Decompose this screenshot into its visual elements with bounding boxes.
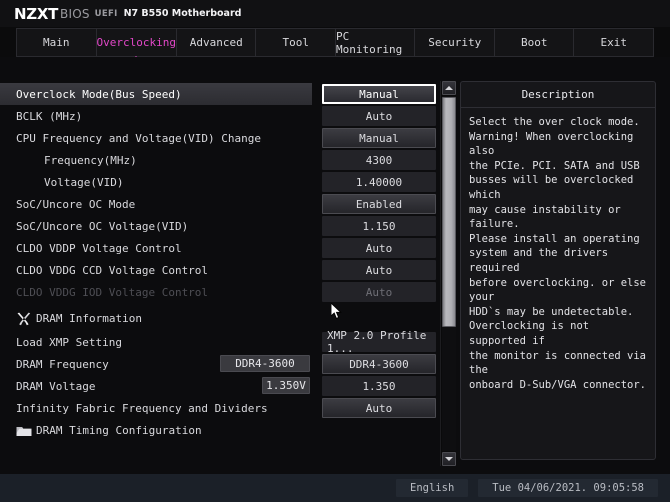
setting-value-box[interactable]: 1.150 (322, 216, 436, 236)
description-text: Select the over clock mode. Warning! Whe… (469, 116, 647, 391)
bios-screen: NZXT BIOS UEFI N7 B550 Motherboard Main O… (0, 0, 670, 502)
tab-advanced[interactable]: Advanced (176, 29, 257, 56)
datetime-indicator[interactable]: Tue 04/06/2021. 09:05:58 (478, 479, 658, 497)
scroll-down-arrow-icon (445, 457, 453, 461)
setting-label: DRAM Voltage (16, 379, 96, 393)
uefi-label: UEFI (94, 8, 118, 19)
setting-label: CPU Frequency and Voltage(VID) Change (16, 131, 262, 145)
setting-label: SoC/Uncore OC Mode (16, 197, 136, 211)
scroll-up-arrow-icon (445, 86, 453, 90)
description-panel: Description Select the over clock mode. … (460, 81, 656, 460)
setting-label: DRAM Timing Configuration (36, 423, 202, 437)
setting-value-box[interactable]: Auto (322, 106, 436, 126)
setting-inline-value: 1.350V (262, 377, 310, 394)
tools-icon (16, 311, 32, 326)
setting-label: BCLK (MHz) (16, 109, 83, 123)
settings-value-column: Manual Auto Manual 4300 1.40000 Enabled 1.150 A… (322, 81, 436, 466)
tab-exit[interactable]: Exit (574, 29, 654, 56)
scroll-up-button[interactable] (442, 81, 456, 95)
setting-value-box: Auto (322, 282, 436, 302)
folder-icon (16, 423, 32, 437)
setting-label: DRAM Information (36, 311, 142, 325)
tab-overclocking[interactable]: Overclocking (96, 29, 177, 60)
setting-inline-value: DDR4-3600 (220, 355, 310, 372)
tab-security[interactable]: Security (415, 29, 495, 56)
settings-scrollbar[interactable] (440, 81, 456, 466)
setting-value-box[interactable]: 4300 (322, 150, 436, 170)
setting-label: Overclock Mode(Bus Speed) (16, 87, 182, 101)
setting-label: DRAM Frequency (16, 357, 109, 371)
setting-value-box[interactable]: 1.40000 (322, 172, 436, 192)
setting-label: Load XMP Setting (16, 335, 122, 349)
app-header: NZXT BIOS UEFI N7 B550 Motherboard (0, 0, 670, 27)
setting-value-box[interactable]: Auto (322, 238, 436, 258)
scroll-down-button[interactable] (442, 452, 456, 466)
setting-label: CLDO VDDG CCD Voltage Control (16, 263, 209, 277)
motherboard-model: N7 B550 Motherboard (123, 8, 242, 19)
main-tabbar: Main Overclocking Advanced Tool PC Monitorin… (16, 28, 654, 60)
tab-pc-monitoring[interactable]: PC Monitoring (335, 29, 416, 56)
status-bar: English Tue 04/06/2021. 09:05:58 (0, 474, 670, 502)
setting-label: Infinity Fabric Frequency and Dividers (16, 401, 268, 415)
setting-label: Frequency(MHz) (44, 153, 137, 167)
tab-tool[interactable]: Tool (256, 29, 336, 56)
setting-label: SoC/Uncore OC Voltage(VID) (16, 219, 189, 233)
brand-logo: NZXT (14, 4, 59, 23)
setting-label: Voltage(VID) (44, 175, 124, 189)
setting-label: CLDO VDDG IOD Voltage Control (16, 285, 209, 299)
setting-value-box[interactable]: Enabled (322, 194, 436, 214)
setting-value-box[interactable]: Auto (322, 260, 436, 280)
setting-value-box[interactable]: Auto (322, 398, 436, 418)
setting-value-box[interactable]: DDR4-3600 (322, 354, 436, 374)
description-title: Description (461, 82, 655, 108)
setting-value-box[interactable]: Manual (322, 128, 436, 148)
tab-boot[interactable]: Boot (494, 29, 575, 56)
scrollbar-thumb[interactable] (442, 97, 456, 327)
setting-label: CLDO VDDP Voltage Control (16, 241, 182, 255)
tab-main[interactable]: Main (16, 29, 97, 56)
setting-value-box[interactable]: XMP 2.0 Profile 1... (322, 329, 436, 355)
setting-value-box[interactable]: Manual (322, 84, 436, 104)
setting-value-box[interactable]: 1.350 (322, 376, 436, 396)
language-indicator[interactable]: English (396, 479, 469, 497)
bios-label: BIOS (60, 6, 90, 21)
content-area: Overclock Mode(Bus Speed) BCLK (MHz) CPU F… (0, 57, 670, 474)
setting-row[interactable]: Overclock Mode(Bus Speed) (0, 83, 312, 105)
